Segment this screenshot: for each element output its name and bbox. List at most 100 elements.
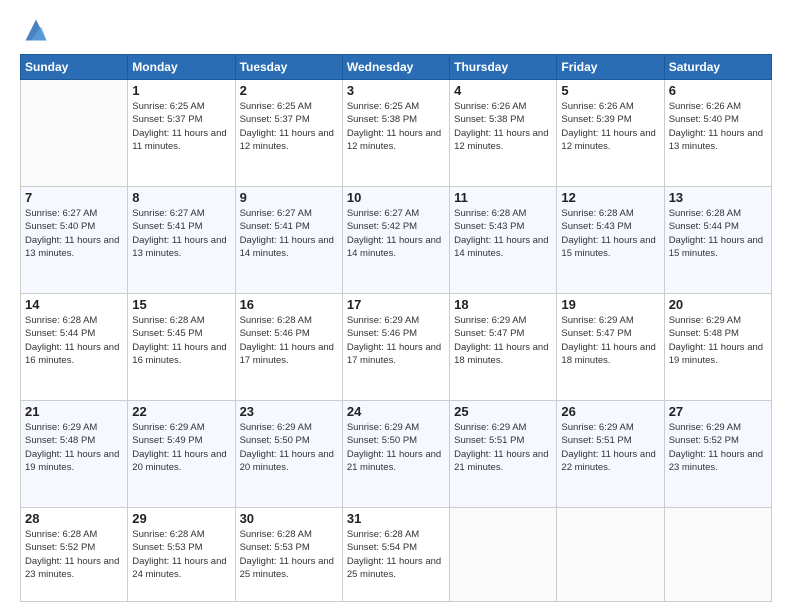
cell-info: Sunrise: 6:28 AMSunset: 5:53 PMDaylight:… — [240, 528, 338, 581]
calendar-cell: 9 Sunrise: 6:27 AMSunset: 5:41 PMDaylight… — [235, 187, 342, 294]
calendar-header-thursday: Thursday — [450, 55, 557, 80]
calendar-header-saturday: Saturday — [664, 55, 771, 80]
day-number: 6 — [669, 83, 767, 98]
calendar-header-tuesday: Tuesday — [235, 55, 342, 80]
calendar-cell: 1 Sunrise: 6:25 AMSunset: 5:37 PMDaylight… — [128, 80, 235, 187]
cell-info: Sunrise: 6:25 AMSunset: 5:38 PMDaylight:… — [347, 100, 445, 153]
cell-info: Sunrise: 6:28 AMSunset: 5:46 PMDaylight:… — [240, 314, 338, 367]
logo-icon — [22, 16, 50, 44]
cell-info: Sunrise: 6:26 AMSunset: 5:38 PMDaylight:… — [454, 100, 552, 153]
calendar-cell: 28 Sunrise: 6:28 AMSunset: 5:52 PMDayligh… — [21, 508, 128, 602]
day-number: 27 — [669, 404, 767, 419]
cell-info: Sunrise: 6:27 AMSunset: 5:42 PMDaylight:… — [347, 207, 445, 260]
calendar-cell: 25 Sunrise: 6:29 AMSunset: 5:51 PMDayligh… — [450, 401, 557, 508]
day-number: 8 — [132, 190, 230, 205]
cell-info: Sunrise: 6:28 AMSunset: 5:44 PMDaylight:… — [669, 207, 767, 260]
day-number: 4 — [454, 83, 552, 98]
day-number: 3 — [347, 83, 445, 98]
cell-info: Sunrise: 6:28 AMSunset: 5:53 PMDaylight:… — [132, 528, 230, 581]
cell-info: Sunrise: 6:26 AMSunset: 5:40 PMDaylight:… — [669, 100, 767, 153]
calendar-header-sunday: Sunday — [21, 55, 128, 80]
cell-info: Sunrise: 6:28 AMSunset: 5:52 PMDaylight:… — [25, 528, 123, 581]
cell-info: Sunrise: 6:29 AMSunset: 5:46 PMDaylight:… — [347, 314, 445, 367]
calendar-table: SundayMondayTuesdayWednesdayThursdayFrid… — [20, 54, 772, 602]
day-number: 21 — [25, 404, 123, 419]
calendar-header-wednesday: Wednesday — [342, 55, 449, 80]
cell-info: Sunrise: 6:28 AMSunset: 5:44 PMDaylight:… — [25, 314, 123, 367]
calendar-cell: 7Sunrise: 6:27 AMSunset: 5:40 PMDaylight… — [21, 187, 128, 294]
calendar-cell: 18Sunrise: 6:29 AMSunset: 5:47 PMDayligh… — [450, 294, 557, 401]
logo — [20, 16, 50, 44]
calendar-cell: 2Sunrise: 6:25 AMSunset: 5:37 PMDaylight… — [235, 80, 342, 187]
day-number: 7 — [25, 190, 123, 205]
cell-info: Sunrise: 6:28 AMSunset: 5:54 PMDaylight:… — [347, 528, 445, 581]
calendar-cell: 26 Sunrise: 6:29 AMSunset: 5:51 PMDayligh… — [557, 401, 664, 508]
day-number: 31 — [347, 511, 445, 526]
calendar-cell — [557, 508, 664, 602]
day-number: 5 — [561, 83, 659, 98]
calendar-header-row: SundayMondayTuesdayWednesdayThursdayFrid… — [21, 55, 772, 80]
calendar-week-row: 14 Sunrise: 6:28 AMSunset: 5:44 PMDayligh… — [21, 294, 772, 401]
header — [20, 16, 772, 44]
calendar-week-row: 1 Sunrise: 6:25 AMSunset: 5:37 PMDaylight… — [21, 80, 772, 187]
day-number: 30 — [240, 511, 338, 526]
calendar-cell: 12 Sunrise: 6:28 AMSunset: 5:43 PMDayligh… — [557, 187, 664, 294]
day-number: 19 — [561, 297, 659, 312]
calendar-cell: 20Sunrise: 6:29 AMSunset: 5:48 PMDayligh… — [664, 294, 771, 401]
calendar-cell: 5 Sunrise: 6:26 AMSunset: 5:39 PMDaylight… — [557, 80, 664, 187]
calendar-header-monday: Monday — [128, 55, 235, 80]
cell-info: Sunrise: 6:28 AMSunset: 5:43 PMDaylight:… — [454, 207, 552, 260]
cell-info: Sunrise: 6:27 AMSunset: 5:41 PMDaylight:… — [240, 207, 338, 260]
day-number: 25 — [454, 404, 552, 419]
calendar-cell: 27Sunrise: 6:29 AMSunset: 5:52 PMDayligh… — [664, 401, 771, 508]
cell-info: Sunrise: 6:29 AMSunset: 5:50 PMDaylight:… — [240, 421, 338, 474]
calendar-cell: 21 Sunrise: 6:29 AMSunset: 5:48 PMDayligh… — [21, 401, 128, 508]
calendar-cell: 17 Sunrise: 6:29 AMSunset: 5:46 PMDayligh… — [342, 294, 449, 401]
calendar-cell: 10Sunrise: 6:27 AMSunset: 5:42 PMDayligh… — [342, 187, 449, 294]
cell-info: Sunrise: 6:29 AMSunset: 5:51 PMDaylight:… — [454, 421, 552, 474]
calendar-cell: 31 Sunrise: 6:28 AMSunset: 5:54 PMDayligh… — [342, 508, 449, 602]
calendar-cell: 11 Sunrise: 6:28 AMSunset: 5:43 PMDayligh… — [450, 187, 557, 294]
calendar-cell: 6 Sunrise: 6:26 AMSunset: 5:40 PMDaylight… — [664, 80, 771, 187]
calendar-week-row: 28 Sunrise: 6:28 AMSunset: 5:52 PMDayligh… — [21, 508, 772, 602]
day-number: 23 — [240, 404, 338, 419]
calendar-cell: 13 Sunrise: 6:28 AMSunset: 5:44 PMDayligh… — [664, 187, 771, 294]
day-number: 29 — [132, 511, 230, 526]
day-number: 9 — [240, 190, 338, 205]
cell-info: Sunrise: 6:26 AMSunset: 5:39 PMDaylight:… — [561, 100, 659, 153]
cell-info: Sunrise: 6:29 AMSunset: 5:48 PMDaylight:… — [25, 421, 123, 474]
day-number: 2 — [240, 83, 338, 98]
cell-info: Sunrise: 6:25 AMSunset: 5:37 PMDaylight:… — [132, 100, 230, 153]
cell-info: Sunrise: 6:28 AMSunset: 5:43 PMDaylight:… — [561, 207, 659, 260]
day-number: 12 — [561, 190, 659, 205]
day-number: 26 — [561, 404, 659, 419]
calendar-cell: 29 Sunrise: 6:28 AMSunset: 5:53 PMDayligh… — [128, 508, 235, 602]
day-number: 11 — [454, 190, 552, 205]
day-number: 24 — [347, 404, 445, 419]
day-number: 20 — [669, 297, 767, 312]
cell-info: Sunrise: 6:29 AMSunset: 5:47 PMDaylight:… — [454, 314, 552, 367]
calendar-cell — [21, 80, 128, 187]
calendar-cell: 16 Sunrise: 6:28 AMSunset: 5:46 PMDayligh… — [235, 294, 342, 401]
cell-info: Sunrise: 6:29 AMSunset: 5:47 PMDaylight:… — [561, 314, 659, 367]
day-number: 28 — [25, 511, 123, 526]
calendar-cell: 4 Sunrise: 6:26 AMSunset: 5:38 PMDaylight… — [450, 80, 557, 187]
calendar-week-row: 7Sunrise: 6:27 AMSunset: 5:40 PMDaylight… — [21, 187, 772, 294]
calendar-cell — [664, 508, 771, 602]
calendar-cell: 30 Sunrise: 6:28 AMSunset: 5:53 PMDayligh… — [235, 508, 342, 602]
day-number: 16 — [240, 297, 338, 312]
day-number: 14 — [25, 297, 123, 312]
day-number: 13 — [669, 190, 767, 205]
calendar-cell: 14 Sunrise: 6:28 AMSunset: 5:44 PMDayligh… — [21, 294, 128, 401]
calendar-cell: 24Sunrise: 6:29 AMSunset: 5:50 PMDayligh… — [342, 401, 449, 508]
day-number: 1 — [132, 83, 230, 98]
calendar-cell: 22Sunrise: 6:29 AMSunset: 5:49 PMDayligh… — [128, 401, 235, 508]
calendar-cell: 15Sunrise: 6:28 AMSunset: 5:45 PMDayligh… — [128, 294, 235, 401]
calendar-cell — [450, 508, 557, 602]
day-number: 17 — [347, 297, 445, 312]
cell-info: Sunrise: 6:29 AMSunset: 5:51 PMDaylight:… — [561, 421, 659, 474]
day-number: 15 — [132, 297, 230, 312]
calendar-cell: 19 Sunrise: 6:29 AMSunset: 5:47 PMDayligh… — [557, 294, 664, 401]
calendar-cell: 8Sunrise: 6:27 AMSunset: 5:41 PMDaylight… — [128, 187, 235, 294]
cell-info: Sunrise: 6:29 AMSunset: 5:49 PMDaylight:… — [132, 421, 230, 474]
